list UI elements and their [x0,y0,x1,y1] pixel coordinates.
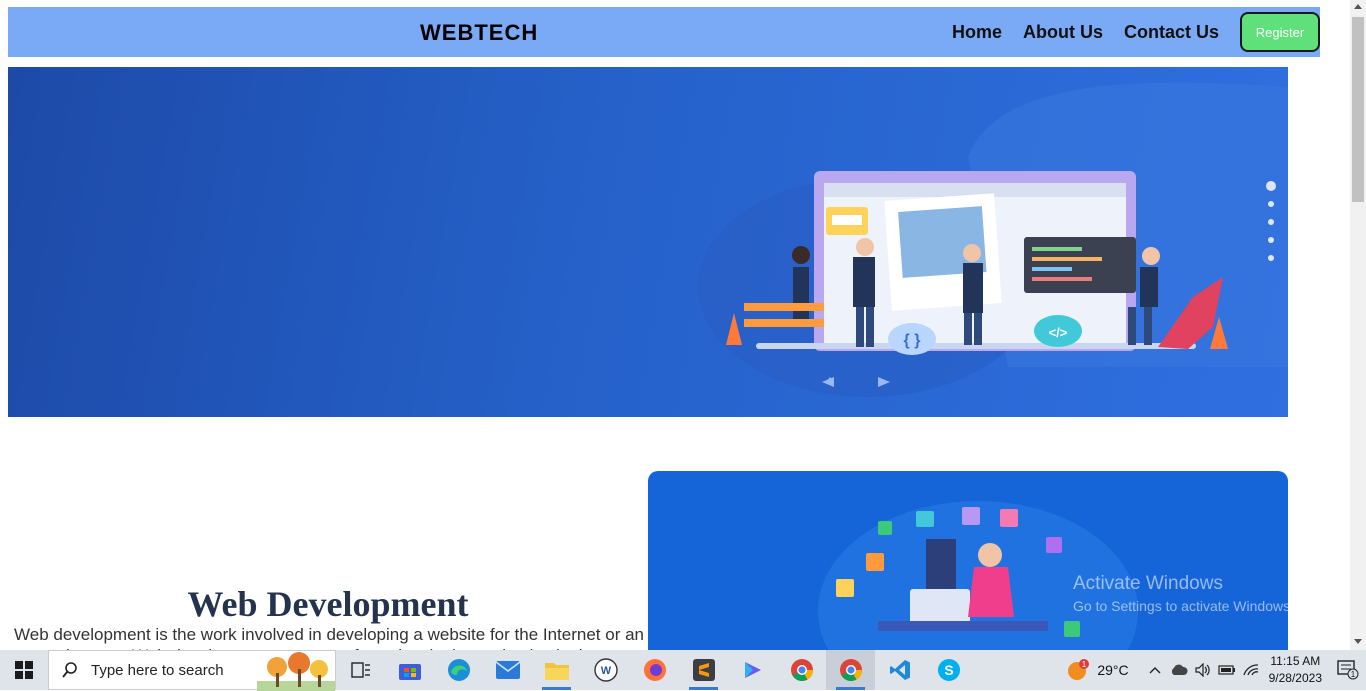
firefox-icon[interactable] [630,650,679,690]
autumn-trees-icon [257,652,335,691]
svg-text:S: S [944,662,953,678]
folder-icon [544,663,569,680]
brand-logo[interactable]: WEBTECH [420,20,538,46]
nav-links: Home About Us Contact Us Register [952,7,1320,57]
windows-logo-icon [15,661,33,679]
weather-sun-icon: 1 [1068,659,1090,680]
file-explorer-icon[interactable] [532,650,581,690]
scroll-up-icon[interactable] [1354,4,1362,9]
developer-illustration [818,501,1138,650]
system-tray: 1 29°C 11:15 AM 9/28/2023 1 [1067,650,1366,690]
weather-widget[interactable]: 1 29°C [1067,658,1129,682]
sublime-logo-icon [692,659,715,681]
word-logo-icon: W [593,658,618,682]
notification-center-icon[interactable]: 1 [1330,650,1366,690]
copilot-logo-icon [744,662,761,678]
onedrive-cloud-icon[interactable] [1167,650,1191,690]
skype-icon[interactable]: S [924,650,973,690]
taskbar-search-box[interactable]: Type here to search [48,650,336,691]
chrome-logo-icon [790,659,813,681]
section-text: Web development is the work involved in … [14,625,644,650]
scroll-down-icon[interactable] [1354,639,1362,644]
register-button[interactable]: Register [1240,12,1320,52]
store-bag-icon [398,664,421,680]
chrome-active-icon[interactable] [826,650,875,690]
mail-icon[interactable] [483,650,532,690]
search-placeholder: Type here to search [91,661,224,679]
chevron-up-icon[interactable] [1143,650,1167,690]
clock-time: 11:15 AM [1270,654,1321,668]
activate-windows-watermark: Activate Windows Go to Settings to activ… [1073,573,1294,614]
mail-envelope-icon [495,661,520,679]
sublime-text-icon[interactable] [679,650,728,690]
hero-illustration: { } </> [698,82,1288,397]
svg-text:</>: </> [1049,325,1068,340]
hero-banner: { } </> [8,67,1288,417]
vscode-logo-icon [889,660,910,680]
scroll-thumb[interactable] [1352,17,1364,202]
watermark-title: Activate Windows [1073,573,1223,594]
chrome-icon[interactable] [777,650,826,690]
nav-contact-link[interactable]: Contact Us [1124,22,1219,43]
word-icon[interactable]: W [581,650,630,690]
battery-icon[interactable] [1215,650,1239,690]
notification-count: 1 [1351,670,1356,679]
nav-home-link[interactable]: Home [952,22,1002,43]
edge-logo-icon [447,659,470,681]
chrome-profile-logo-icon [839,659,862,681]
nav-about-link[interactable]: About Us [1023,22,1103,43]
svg-text:W: W [600,665,611,677]
skype-logo-icon: S [937,659,960,681]
volume-icon[interactable] [1191,650,1215,690]
wifi-icon[interactable] [1239,650,1263,690]
web-dev-illustration [648,471,1288,650]
watermark-subtitle: Go to Settings to activate Windows. [1073,598,1294,614]
webpage: WEBTECH Home About Us Contact Us Registe… [0,0,1350,650]
search-icon [62,662,77,678]
firefox-logo-icon [643,659,666,681]
clock-date: 9/28/2023 [1268,671,1322,685]
weather-badge: 1 [1082,660,1087,669]
edge-icon[interactable] [434,650,483,690]
taskbar: Type here to search W S 1 29°C 11:15 AM … [0,650,1366,691]
copilot-icon[interactable] [728,650,777,690]
task-view-glyph-icon [350,662,370,678]
windows-start-button[interactable] [0,650,48,690]
weather-temperature: 29°C [1097,662,1129,678]
section-title: Web Development [187,584,469,624]
vertical-scrollbar[interactable] [1350,0,1366,650]
clock[interactable]: 11:15 AM 9/28/2023 [1269,653,1322,687]
task-view-icon[interactable] [336,650,385,690]
svg-text:{ }: { } [904,332,921,349]
navbar: WEBTECH Home About Us Contact Us Registe… [8,7,1320,57]
microsoft-store-icon[interactable] [385,650,434,690]
vscode-icon[interactable] [875,650,924,690]
